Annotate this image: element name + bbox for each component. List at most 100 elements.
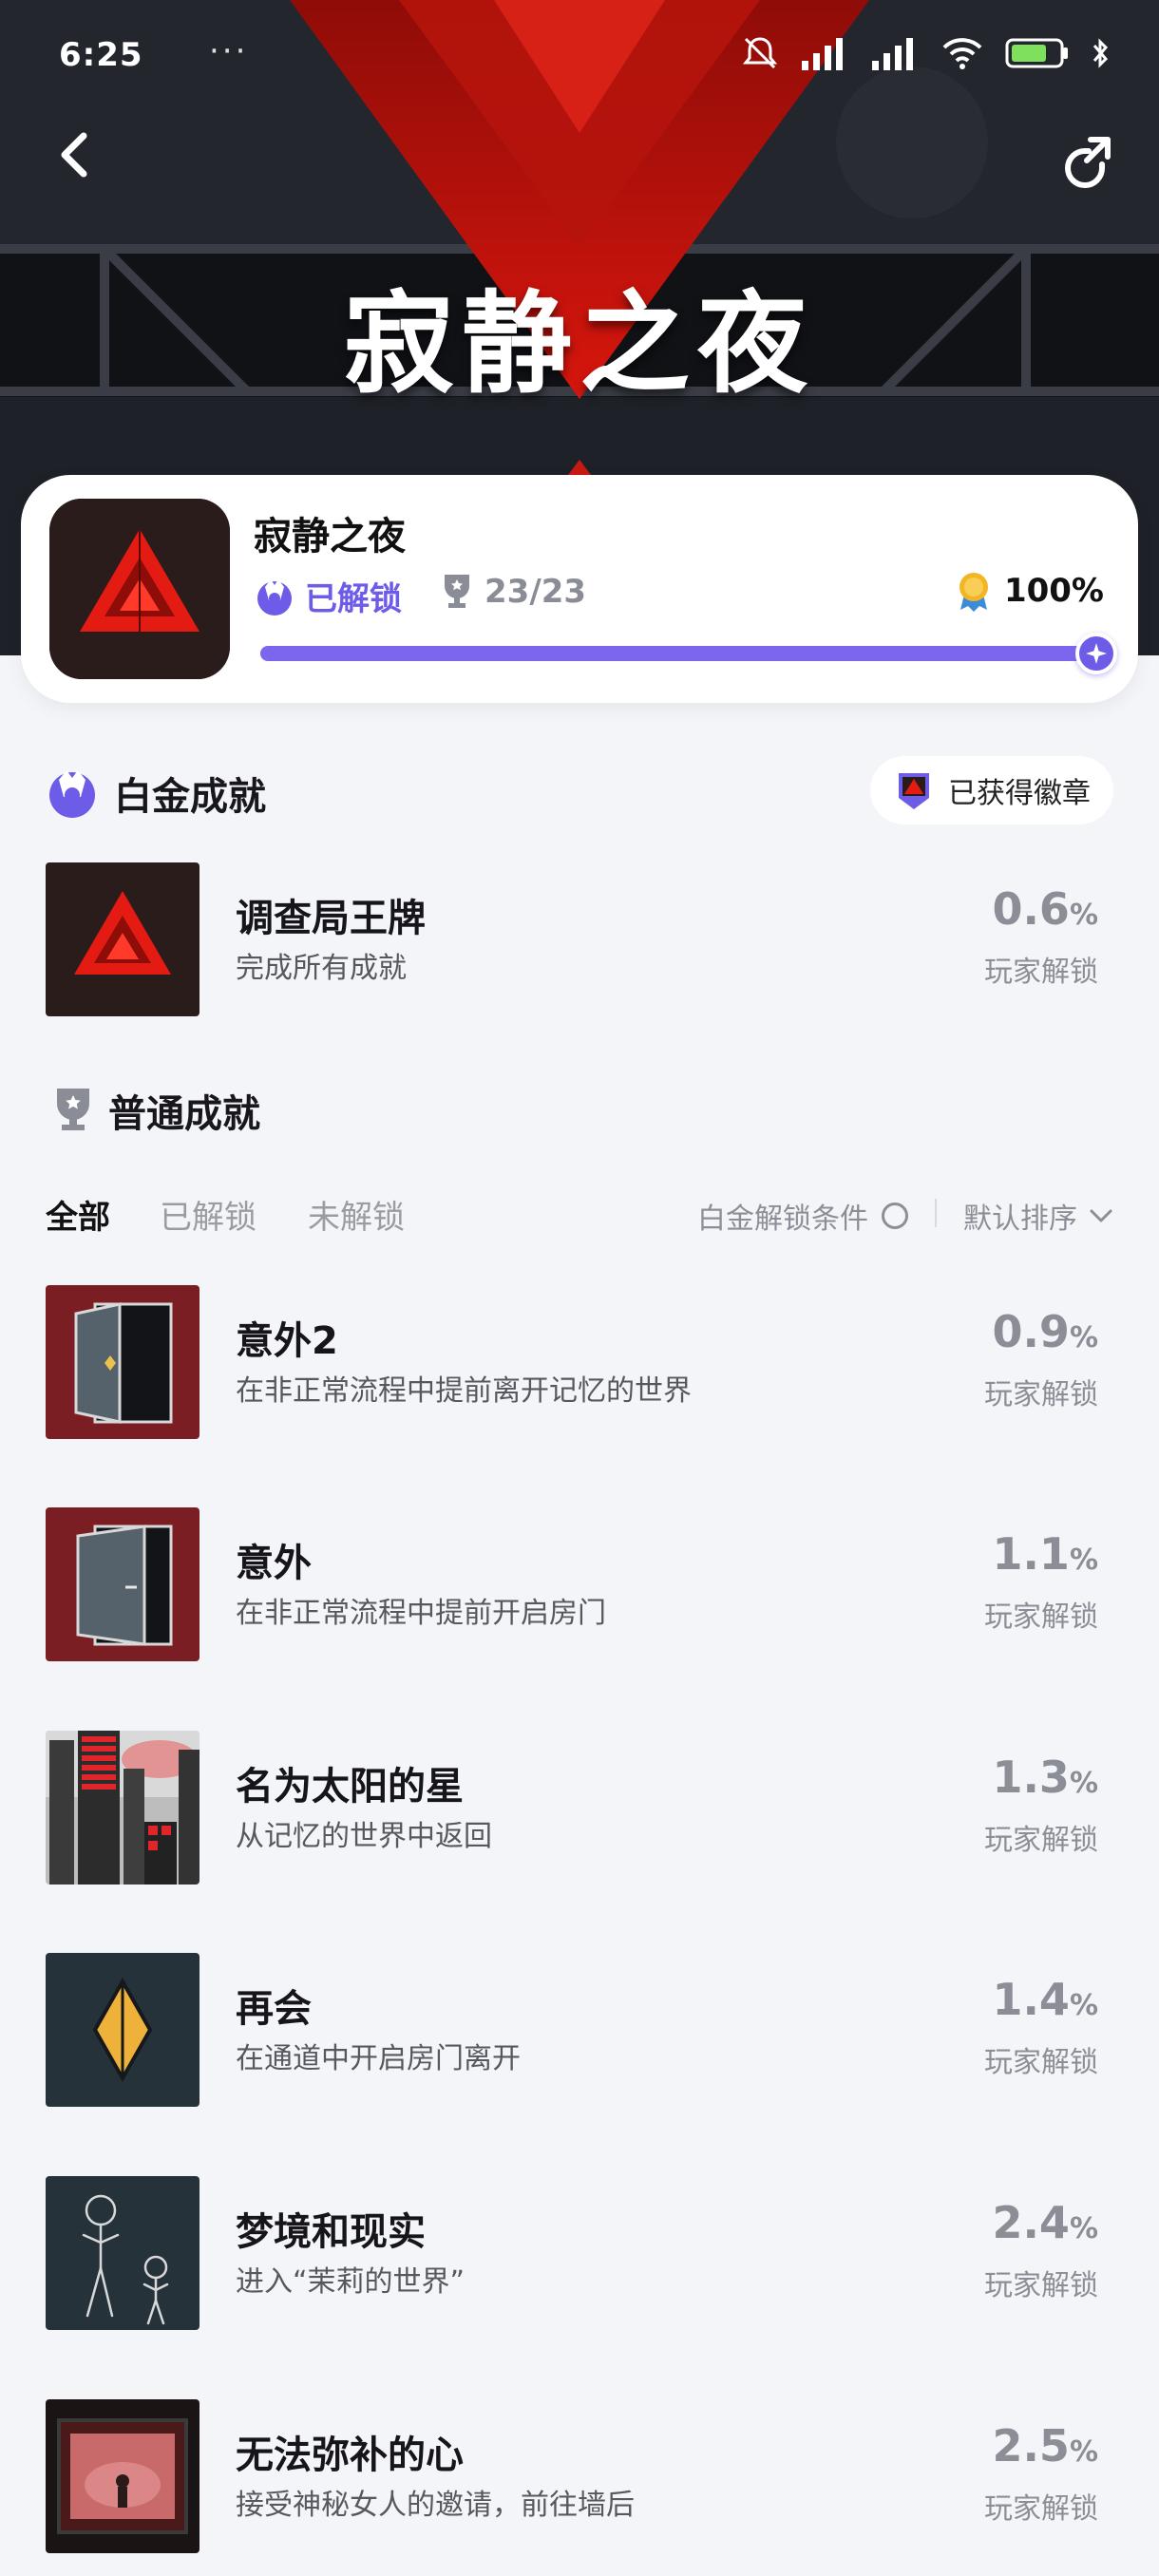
mute-bell-icon <box>742 37 778 69</box>
open-door-icon <box>46 1285 200 1439</box>
back-button[interactable] <box>48 128 101 181</box>
tab-locked[interactable]: 未解锁 <box>308 1191 405 1238</box>
achievement-row[interactable]: 意外 在非正常流程中提前开启房门 1.1% 玩家解锁 <box>46 1507 1113 1661</box>
badge-icon <box>899 773 929 809</box>
tab-all[interactable]: 全部 <box>46 1191 110 1238</box>
chevron-left-icon <box>61 132 87 178</box>
platinum-achievement-row[interactable]: 调查局王牌 完成所有成就 0.6% 玩家解锁 <box>46 862 1113 1016</box>
achievement-pct-value: 2.5 <box>992 2420 1070 2472</box>
game-cover <box>49 499 230 679</box>
achievement-pct-unit: % <box>1069 1544 1098 1577</box>
game-name: 寂静之夜 <box>254 515 406 559</box>
completion-percent-value: 100% <box>1003 572 1104 610</box>
achievement-thumb <box>46 2399 200 2553</box>
achievement-title: 意外2 <box>236 1319 338 1363</box>
status-time: 6:25 <box>59 36 143 74</box>
trophy-count-value: 23/23 <box>484 573 587 611</box>
sort-label: 默认排序 <box>963 1203 1077 1236</box>
share-icon <box>1065 137 1111 188</box>
achievement-pct: 2.4% <box>992 2197 1098 2248</box>
achievement-title: 意外 <box>236 1542 312 1585</box>
achievement-thumb <box>46 1731 200 1885</box>
platinum-condition-label: 白金解锁条件 <box>697 1203 868 1236</box>
completion-percent: 100% <box>955 570 1104 612</box>
status-bar: 6:25 ··· <box>0 0 1159 114</box>
achievement-pct: 1.3% <box>992 1752 1098 1803</box>
normal-section-heading: 普通成就 <box>53 1083 260 1138</box>
achievement-desc: 从记忆的世界中返回 <box>236 1820 492 1853</box>
divider <box>935 1199 937 1227</box>
achievement-pct: 1.4% <box>992 1974 1098 2025</box>
share-button[interactable] <box>1054 128 1119 193</box>
achievement-pct-unit: % <box>1069 1767 1098 1800</box>
platinum-trophy-icon <box>257 578 292 616</box>
diamond-icon <box>46 1953 200 2107</box>
achievement-row[interactable]: 再会 在通道中开启房门离开 1.4% 玩家解锁 <box>46 1953 1113 2107</box>
achievement-pct: 2.5% <box>992 2420 1098 2472</box>
sort-dropdown[interactable]: 默认排序 <box>963 1195 1113 1237</box>
unlock-status-label: 已解锁 <box>305 580 402 618</box>
trophy-icon <box>57 1089 89 1130</box>
filter-bar: 全部 已解锁 未解锁 白金解锁条件 默认排序 <box>46 1185 1113 1242</box>
achievement-desc: 在非正常流程中提前开启房门 <box>236 1597 606 1630</box>
platinum-condition-toggle[interactable]: 白金解锁条件 <box>697 1195 908 1237</box>
door-icon <box>46 1507 200 1661</box>
achievement-desc: 完成所有成就 <box>236 952 407 985</box>
achievement-pct-unit: % <box>1069 2212 1098 2245</box>
wifi-icon <box>942 38 982 69</box>
signal-icon <box>802 38 843 70</box>
achievement-thumb <box>46 862 200 1016</box>
achievement-desc: 接受神秘女人的邀请，前往墙后 <box>236 2489 635 2522</box>
platinum-heading-label: 白金成就 <box>114 775 266 819</box>
achievement-desc: 在非正常流程中提前离开记忆的世界 <box>236 1374 692 1408</box>
achievement-thumb <box>46 1285 200 1439</box>
achievement-pct: 0.6% <box>992 883 1098 935</box>
achievement-pct-value: 0.6 <box>992 883 1070 935</box>
city-icon <box>46 1731 200 1885</box>
triangle-logo-icon <box>49 499 230 679</box>
achievement-pct-unit: % <box>1069 1321 1098 1354</box>
achievement-pct: 0.9% <box>992 1306 1098 1357</box>
hero-title: 寂静之夜 <box>344 280 815 408</box>
status-dots: ··· <box>209 32 249 70</box>
achievement-title: 无法弥补的心 <box>236 2434 464 2477</box>
achievement-row[interactable]: 名为太阳的星 从记忆的世界中返回 1.3% 玩家解锁 <box>46 1731 1113 1885</box>
earned-badge-label: 已获得徽章 <box>948 777 1091 810</box>
achievement-title: 名为太阳的星 <box>236 1765 464 1809</box>
achievement-sub: 玩家解锁 <box>984 2046 1098 2079</box>
achievement-thumb <box>46 1507 200 1661</box>
achievement-title: 梦境和现实 <box>236 2210 426 2254</box>
sparkle-icon <box>1086 643 1107 664</box>
signal-icon-2 <box>872 38 913 70</box>
achievement-sub: 玩家解锁 <box>984 956 1098 989</box>
achievement-row[interactable]: 无法弥补的心 接受神秘女人的邀请，前往墙后 2.5% 玩家解锁 <box>46 2399 1113 2553</box>
achievement-pct-value: 1.3 <box>992 1752 1070 1803</box>
medal-icon <box>959 573 988 612</box>
achievement-pct-value: 1.4 <box>992 1974 1070 2025</box>
status-icons <box>741 34 1110 72</box>
platinum-section-heading: 白金成就 <box>46 766 266 821</box>
achievement-row[interactable]: 意外2 在非正常流程中提前离开记忆的世界 0.9% 玩家解锁 <box>46 1285 1113 1439</box>
red-window-icon <box>46 2399 200 2553</box>
sketch-figures-icon <box>46 2176 200 2330</box>
achievement-pct: 1.1% <box>992 1528 1098 1580</box>
achievement-pct-value: 0.9 <box>992 1306 1070 1357</box>
achievement-sub: 玩家解锁 <box>984 1824 1098 1857</box>
triangle-logo-icon <box>46 862 200 1016</box>
tab-unlocked[interactable]: 已解锁 <box>160 1191 256 1238</box>
trophy-count: 23/23 <box>441 573 586 611</box>
trophy-icon <box>445 575 469 608</box>
game-summary-card: 寂静之夜 已解锁 23/23 100% <box>21 475 1138 703</box>
achievement-title: 再会 <box>236 1987 312 2031</box>
achievement-row[interactable]: 梦境和现实 进入“茉莉的世界” 2.4% 玩家解锁 <box>46 2176 1113 2330</box>
earned-badge-button[interactable]: 已获得徽章 <box>870 756 1113 824</box>
chevron-down-icon <box>1090 1209 1112 1222</box>
bluetooth-icon <box>1092 38 1109 68</box>
unlock-status: 已解锁 <box>254 573 402 619</box>
achievement-pct-value: 1.1 <box>992 1528 1070 1580</box>
achievement-pct-value: 2.4 <box>992 2197 1070 2248</box>
achievement-thumb <box>46 2176 200 2330</box>
normal-heading-label: 普通成就 <box>108 1092 260 1136</box>
completion-progress-fill <box>260 633 1117 674</box>
achievement-sub: 玩家解锁 <box>984 1601 1098 1634</box>
